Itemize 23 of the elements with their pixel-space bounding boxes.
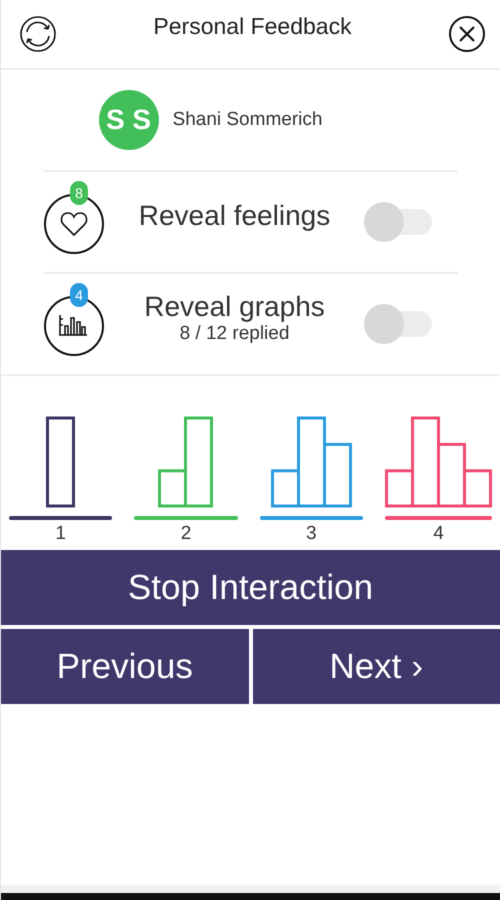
count-badge: 8 [70, 181, 88, 205]
bar-chart-icon [158, 416, 214, 508]
window-title: Personal Feedback [153, 12, 352, 40]
toggle-switch[interactable] [364, 304, 432, 344]
answer-option[interactable]: 2 [134, 416, 238, 546]
refresh-icon[interactable] [19, 15, 57, 53]
count-badge: 4 [70, 283, 88, 307]
answer-option[interactable]: 3 [260, 416, 363, 546]
bar-chart-icon [385, 416, 492, 508]
toggle-switch[interactable] [364, 202, 432, 242]
stop-interaction-button[interactable]: Stop Interaction [1, 550, 500, 625]
user-name: Shani Sommerich [172, 109, 322, 131]
answer-option[interactable]: 4 [385, 416, 492, 546]
bar-chart-icon [46, 416, 76, 508]
reply-count: 8 / 12 replied [180, 323, 290, 345]
user-avatar: S S [98, 90, 159, 150]
next-button[interactable]: Next › [252, 629, 500, 704]
bar-chart-icon [270, 416, 352, 508]
option-label: Reveal graphs [144, 291, 325, 323]
answer-option[interactable]: 1 [9, 416, 112, 546]
previous-button[interactable]: Previous [1, 629, 248, 704]
close-icon[interactable] [448, 15, 486, 53]
option-label: Reveal feelings [138, 200, 330, 232]
